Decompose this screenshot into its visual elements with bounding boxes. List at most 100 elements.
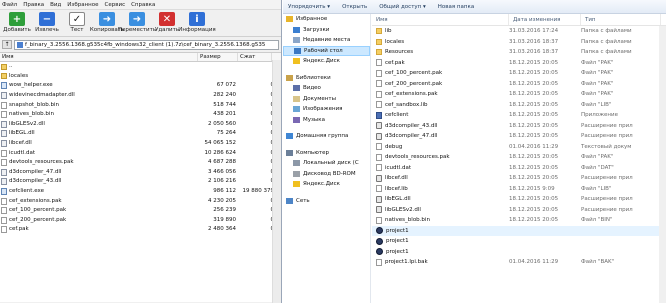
nav-item[interactable]: Локальный диск (C — [283, 158, 370, 169]
up-folder-button[interactable]: ↑ — [2, 40, 12, 49]
explorer-type: Текстовый докум — [581, 143, 632, 150]
nav-item[interactable]: Видео — [283, 83, 370, 94]
explorer-row[interactable]: project1 — [372, 225, 666, 236]
explorer-row[interactable]: debug 01.04.2016 11:29 Текстовый докум — [372, 142, 666, 153]
file-row[interactable]: libEGL.dll 75 2640 — [0, 129, 281, 139]
file-row[interactable]: snapshot_blob.bin 518 7440 — [0, 100, 281, 110]
file-icon — [376, 164, 382, 172]
nav-item[interactable]: Загрузки — [283, 25, 370, 36]
nav-item[interactable]: Яндекс.Диск — [283, 56, 370, 67]
nav-item[interactable]: Сеть — [283, 196, 370, 207]
explorer-row[interactable]: Resources 31.03.2016 18:37 Папка с файлами — [372, 47, 666, 58]
file-row[interactable]: cef_100_percent.pak 256 2390 — [0, 206, 281, 216]
explorer-date: 18.12.2015 20:05 — [509, 112, 559, 119]
explorer-row[interactable]: libcef.lib 18.12.2015 9:09 Файл "LIB" — [372, 184, 666, 195]
file-row[interactable]: cefclient.exe 986 112 19 880 379 — [0, 187, 281, 197]
nav-item[interactable]: Домашняя группа — [283, 131, 370, 142]
nav-item[interactable]: Компьютер — [283, 148, 370, 159]
file-row[interactable]: cef_200_percent.pak 319 8900 — [0, 216, 281, 226]
file-row[interactable]: wow_helper.exe 67 0720 — [0, 81, 281, 91]
file-size: 518 744 — [213, 101, 236, 108]
test-button[interactable]: ✓ Тест — [62, 12, 92, 33]
nav-item[interactable]: Документы — [283, 94, 370, 105]
column-name[interactable]: Имя — [372, 14, 509, 25]
check-icon: ✓ — [69, 12, 85, 26]
nav-item[interactable]: Музыка — [283, 115, 370, 126]
explorer-type: Файл "BAK" — [581, 259, 615, 266]
file-row[interactable]: icudtl.dat 10 286 6240 — [0, 148, 281, 158]
nav-item-label: Яндекс.Диск — [303, 181, 340, 188]
file-size: 986 112 — [213, 188, 236, 195]
explorer-row[interactable]: cef_100_percent.pak 18.12.2015 20:05 Файл … — [372, 68, 666, 79]
column-packed[interactable]: Сжат — [238, 53, 272, 61]
explorer-file-name: cef.pak — [385, 59, 405, 66]
menu-file[interactable]: Файл — [2, 2, 17, 8]
explorer-row[interactable]: project1.lpi.bak 01.04.2016 11:29 Файл "BA… — [372, 257, 666, 268]
file-row[interactable]: d3dcompiler_43.dll 2 106 2160 — [0, 177, 281, 187]
explorer-file-name: libEGL.dll — [385, 196, 411, 203]
vertical-scrollbar[interactable] — [659, 26, 666, 303]
explorer-row[interactable]: cef.pak 18.12.2015 20:05 Файл "PAK" — [372, 58, 666, 69]
explorer-row[interactable]: d3dcompiler_43.dll 18.12.2015 20:05 Расшир… — [372, 121, 666, 132]
file-row[interactable]: libcef.dll 54 065 1520 — [0, 139, 281, 149]
archive-path-field[interactable]: f_binary_3.2556.1368.g535c4fb_windows32_… — [14, 39, 279, 50]
explorer-window: Упорядочить ▾ Открыть Общий доступ ▾ Нов… — [283, 0, 666, 303]
explorer-list-header: Имя Дата изменения Тип — [372, 14, 666, 26]
file-size: 67 072 — [216, 82, 236, 89]
column-type[interactable]: Тип — [581, 14, 661, 25]
vertical-scrollbar[interactable] — [272, 60, 281, 303]
file-row[interactable]: widevinecdmadapter.dll 282 2400 — [0, 91, 281, 101]
explorer-row[interactable]: icudtl.dat 18.12.2015 20:05 Файл "DAT" — [372, 163, 666, 174]
menu-favorites[interactable]: Избранное — [67, 2, 98, 8]
add-button[interactable]: + Добавить — [2, 12, 32, 33]
explorer-row[interactable]: cef_sandbox.lib 18.12.2015 20:05 Файл "LIB… — [372, 100, 666, 111]
file-row[interactable]: d3dcompiler_47.dll 3 466 0560 — [0, 168, 281, 178]
explorer-row[interactable]: cef_extensions.pak 18.12.2015 20:05 Файл "… — [372, 89, 666, 100]
file-row[interactable]: libGLESv2.dll 2 050 5600 — [0, 120, 281, 130]
nav-item[interactable]: Яндекс.Диск — [283, 179, 370, 190]
explorer-row[interactable]: cefclient 18.12.2015 20:05 Приложение — [372, 110, 666, 121]
nav-item[interactable]: Дисковод BD-ROM — [283, 169, 370, 180]
explorer-row[interactable]: project1 — [372, 247, 666, 258]
documents-icon — [293, 95, 300, 102]
move-button[interactable]: ➜ Переместить — [118, 12, 156, 33]
nav-item[interactable]: Рабочий стол — [283, 45, 370, 56]
file-row[interactable]: cef.pak 2 480 3640 — [0, 225, 281, 235]
file-row[interactable]: natives_blob.bin 438 2010 — [0, 110, 281, 120]
explorer-row[interactable]: natives_blob.bin 18.12.2015 20:05 Файл "BI… — [372, 215, 666, 226]
organize-button[interactable]: Упорядочить ▾ — [288, 4, 330, 10]
menu-tools[interactable]: Сервис — [105, 2, 126, 8]
navigation-pane: Избранное Загрузки Недавние места Рабочий с… — [283, 14, 371, 303]
explorer-row[interactable]: libGLESv2.dll 18.12.2015 20:05 Расширение … — [372, 205, 666, 216]
column-name[interactable]: Имя — [0, 53, 198, 61]
explorer-row[interactable]: lib 31.03.2016 17:24 Папка с файлами — [372, 26, 666, 37]
extract-button[interactable]: − Извлечь — [32, 12, 62, 33]
explorer-row[interactable]: cef_200_percent.pak 18.12.2015 20:05 Файл … — [372, 79, 666, 90]
info-button[interactable]: i Информация — [178, 12, 216, 33]
explorer-row[interactable]: libcef.dll 18.12.2015 20:05 Расширение при… — [372, 173, 666, 184]
explorer-name-cell: project1 — [372, 248, 509, 256]
explorer-row[interactable]: locales 31.03.2016 18:37 Папка с файлами — [372, 37, 666, 48]
open-button[interactable]: Открыть — [342, 4, 367, 10]
file-row[interactable]: devtools_resources.pak 4 687 2880 — [0, 158, 281, 168]
share-button[interactable]: Общий доступ ▾ — [379, 4, 426, 10]
explorer-row[interactable]: d3dcompiler_47.dll 18.12.2015 20:05 Расшир… — [372, 131, 666, 142]
explorer-row[interactable]: project1 — [372, 236, 666, 247]
archive-toolbar: + Добавить − Извлечь ✓ Тест ➜ Копировать… — [0, 10, 281, 37]
new-folder-button[interactable]: Новая папка — [438, 4, 474, 10]
menu-help[interactable]: Справка — [131, 2, 155, 8]
nav-item[interactable]: Избранное — [283, 14, 370, 25]
file-row[interactable]: locales — [0, 72, 281, 82]
menu-view[interactable]: Вид — [50, 2, 61, 8]
explorer-row[interactable]: libEGL.dll 18.12.2015 20:05 Расширение при… — [372, 194, 666, 205]
file-row[interactable]: cef_extensions.pak 4 230 2050 — [0, 196, 281, 206]
column-size[interactable]: Размер — [198, 53, 238, 61]
column-date-modified[interactable]: Дата изменения — [509, 14, 581, 25]
nav-item[interactable]: Изображения — [283, 104, 370, 115]
nav-item[interactable]: Библиотеки — [283, 73, 370, 84]
nav-item[interactable]: Недавние места — [283, 35, 370, 46]
explorer-row[interactable]: devtools_resources.pak 18.12.2015 20:05 Фа… — [372, 152, 666, 163]
file-row[interactable]: .. — [0, 62, 281, 72]
menu-edit[interactable]: Правка — [23, 2, 44, 8]
file-icon — [376, 69, 382, 77]
